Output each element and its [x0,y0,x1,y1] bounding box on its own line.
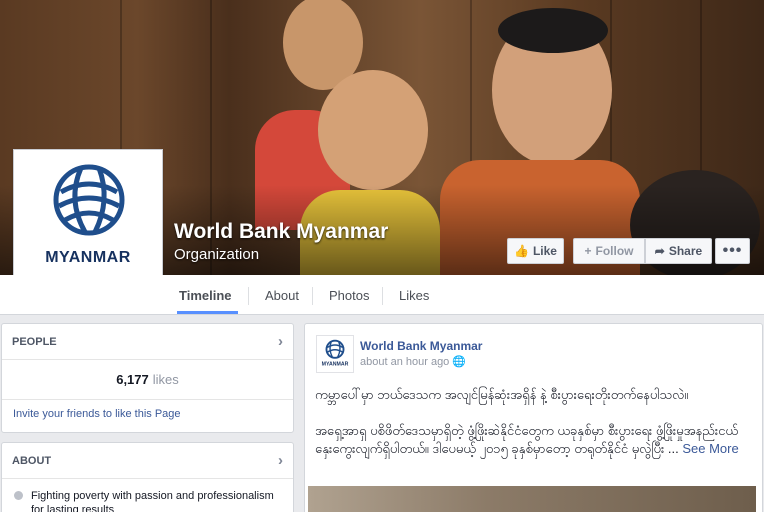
tab-likes[interactable]: Likes [399,288,429,303]
world-bank-globe-logo: MYANMAR [322,339,349,367]
people-card: PEOPLE › 6,177 likes Invite your friends… [1,323,294,433]
post-text-line: ကမ္ဘာပေါ်မှာ ဘယ်ဒေသက အလျင်မြန်ဆုံးအရှိန်… [315,387,689,402]
globe-privacy-icon: 🌐 [452,356,467,368]
chevron-right-icon: › [278,452,283,469]
more-options-button[interactable]: ••• [715,238,750,264]
invite-friends-link[interactable]: Invite your friends to like this Page [2,400,293,428]
plus-icon: + [584,244,592,258]
page-tab-bar: Timeline About Photos Likes [0,275,764,315]
post-card: MYANMAR World Bank Myanmar about an hour… [304,323,763,512]
about-card: ABOUT › Fighting poverty with passion an… [1,442,294,512]
about-header[interactable]: ABOUT › [2,443,293,479]
likes-count[interactable]: 6,177 likes [2,360,293,400]
post-body: ကမ္ဘာပေါ်မှာ ဘယ်ဒေသက အလျင်မြန်ဆုံးအရှိန်… [315,386,745,476]
like-button[interactable]: 👍 Like [507,238,564,264]
people-header[interactable]: PEOPLE › [2,324,293,360]
tab-photos[interactable]: Photos [329,288,369,303]
thumbs-up-icon: 👍 [514,244,529,258]
share-arrow-icon: ➦ [654,244,665,258]
info-icon [14,491,23,500]
profile-label: MYANMAR [45,249,131,266]
world-bank-globe-logo [53,164,125,236]
tab-about[interactable]: About [265,288,299,303]
post-image[interactable] [308,486,756,512]
post-text-line: အရှေ့အာရှ ပစိဖိတ်ဒေသမှာရှိတဲ့ ဖွံ့ဖြိုးဆ… [315,423,739,456]
svg-text:MYANMAR: MYANMAR [322,361,349,367]
about-description: Fighting poverty with passion and profes… [2,479,293,512]
page-category: Organization [174,246,260,263]
follow-button[interactable]: + Follow [573,238,645,264]
post-author-avatar[interactable]: MYANMAR [316,335,354,373]
page-title[interactable]: World Bank Myanmar [174,220,388,244]
chevron-right-icon: › [278,333,283,350]
tab-timeline[interactable]: Timeline [179,288,232,303]
post-author-name[interactable]: World Bank Myanmar [360,339,482,353]
see-more-link[interactable]: See More [682,441,738,456]
active-tab-indicator [177,311,238,314]
post-timestamp[interactable]: about an hour ago 🌐 [360,355,466,368]
share-button[interactable]: ➦ Share [645,238,712,264]
